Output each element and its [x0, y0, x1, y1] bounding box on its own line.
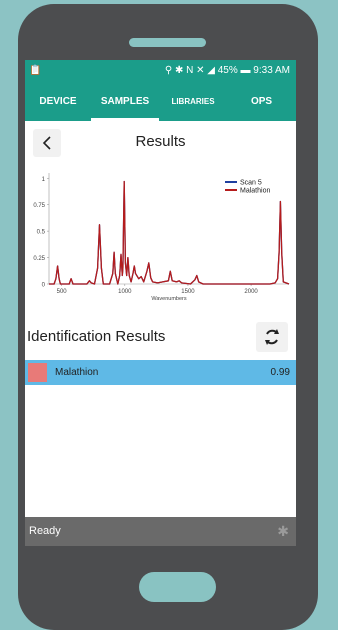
- chart-svg: 00.250.50.751500 1000 1500 2000WavenumbersS…: [33, 173, 290, 302]
- page-header: Results: [25, 121, 296, 165]
- result-row[interactable]: Malathion 0.99: [25, 360, 296, 385]
- result-name: Malathion: [55, 367, 99, 378]
- home-button[interactable]: [139, 572, 216, 602]
- system-status-bar: 📋 ⚲ ✱ N ✕ ◢ 45% ▬ 9:33 AM: [25, 60, 296, 83]
- refresh-button[interactable]: [256, 322, 288, 352]
- y-tick-label: 0.25: [33, 256, 45, 262]
- speaker-grille: [129, 38, 206, 47]
- status-indicators: ⚲ ✱ N ✕ ◢ 45% ▬ 9:33 AM: [164, 65, 290, 76]
- x-tick-label: 1000: [118, 289, 132, 295]
- tab-samples[interactable]: SAMPLES: [91, 83, 159, 121]
- refresh-icon: [265, 329, 279, 345]
- status-text: Ready: [29, 525, 61, 537]
- x-tick-label: 2000: [244, 289, 258, 295]
- app-screen: 📋 ⚲ ✱ N ✕ ◢ 45% ▬ 9:33 AM DEVICE SAMPLES…: [25, 60, 296, 546]
- series-line-malathion: [49, 180, 290, 285]
- bottom-status-bar: Ready ✱: [25, 517, 296, 546]
- tab-libraries[interactable]: LIBRARIES: [159, 83, 227, 121]
- tab-ops[interactable]: OPS: [227, 83, 296, 121]
- result-score: 0.99: [270, 367, 290, 378]
- bluetooth-icon: ✱: [277, 523, 289, 539]
- legend-label: Scan 5: [240, 180, 262, 187]
- x-tick-label: 500: [57, 289, 68, 295]
- tab-bar: DEVICE SAMPLES LIBRARIES OPS: [25, 83, 296, 121]
- y-tick-label: 0.75: [33, 203, 45, 209]
- x-tick-label: 1500: [181, 289, 195, 295]
- y-tick-label: 1: [42, 177, 46, 183]
- identification-title: Identification Results: [27, 328, 166, 345]
- legend-label: Malathion: [240, 188, 270, 195]
- tab-device[interactable]: DEVICE: [25, 83, 91, 121]
- x-axis-label: Wavenumbers: [151, 296, 187, 302]
- y-tick-label: 0.5: [37, 230, 46, 236]
- page-title: Results: [135, 133, 186, 150]
- y-tick-label: 0: [42, 283, 46, 289]
- result-color-swatch: [28, 363, 47, 382]
- series-line-scan-5: [49, 180, 290, 285]
- spectrum-chart: 0 0.25 0.5 0.75 1 500 1000 1500 2000 Wavenumbers S…: [25, 165, 296, 311]
- clipboard-icon: 📋: [29, 65, 42, 76]
